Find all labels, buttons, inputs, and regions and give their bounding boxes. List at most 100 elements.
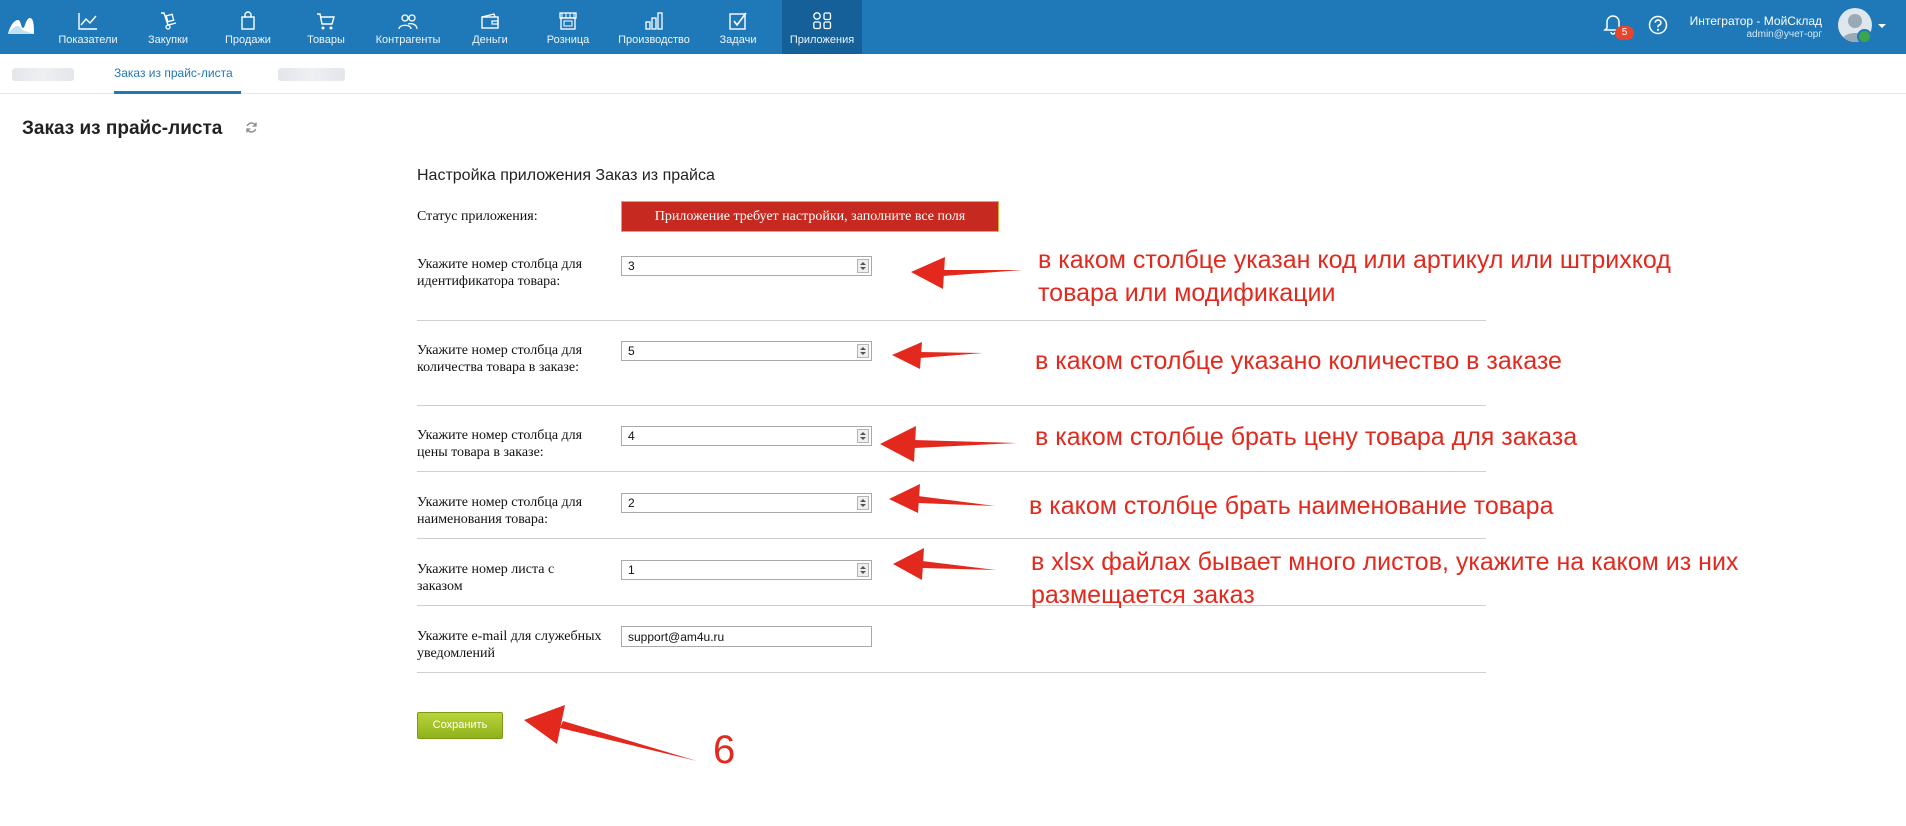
production-chart-icon <box>645 12 663 30</box>
field-label-email: Укажите e-mail для служебных уведомлений <box>417 629 602 661</box>
field-label-name-column: Укажите номер столбца для наименования т… <box>417 495 583 527</box>
nav-label: Закупки <box>147 34 189 46</box>
top-navigation-bar: Показатели Закупки Продажи Товары Контра… <box>0 0 1906 54</box>
shopping-bag-icon <box>241 11 255 30</box>
annotation-note-price: в каком столбце брать цену товара для за… <box>1035 421 1577 454</box>
input-value: 1 <box>628 563 635 577</box>
email-field[interactable]: support@am4u.ru <box>621 626 872 647</box>
field-label-quantity-column: Укажите номер столбца для количества тов… <box>417 343 583 375</box>
field-label-sheet-number: Укажите номер листа с заказом <box>417 562 555 594</box>
refresh-icon[interactable] <box>245 121 258 134</box>
number-spinner[interactable] <box>857 496 869 510</box>
price-column-input[interactable]: 4 <box>621 426 872 446</box>
nav-products[interactable]: Товары <box>286 0 366 54</box>
active-tab-indicator <box>114 91 241 94</box>
blurred-tab[interactable] <box>278 68 345 81</box>
spinner-arrows-icon <box>860 262 866 270</box>
online-status-badge <box>1857 29 1872 44</box>
contacts-icon <box>398 14 418 30</box>
spinner-arrows-icon <box>860 566 866 574</box>
arrow-to-quantity-field <box>892 342 983 369</box>
annotation-line: товара или модификации <box>1038 279 1336 307</box>
chevron-down-icon[interactable] <box>1878 23 1886 29</box>
nav-label: Деньги <box>472 34 508 46</box>
row-separator <box>417 672 1486 673</box>
chart-line-icon <box>78 13 97 30</box>
moysklad-logo[interactable] <box>6 14 36 38</box>
arrow-to-sheet-field <box>893 548 996 580</box>
arrow-to-id-field <box>911 257 1022 289</box>
nav-label: Контрагенты <box>375 34 441 46</box>
annotation-number: 6 <box>713 728 736 772</box>
annotation-line: размещается заказ <box>1031 581 1255 609</box>
number-spinner[interactable] <box>857 429 869 443</box>
nav-sales[interactable]: Продажи <box>208 0 288 54</box>
nav-label: Производство <box>618 34 690 46</box>
row-separator <box>417 320 1486 321</box>
task-check-icon <box>729 12 747 30</box>
sheet-number-input[interactable]: 1 <box>621 560 872 580</box>
user-email: admin@учет-орг <box>1746 29 1822 40</box>
user-name[interactable]: Интегратор - МойСклад <box>1664 14 1822 28</box>
status-label: Статус приложения: <box>417 209 538 224</box>
annotation-line: в каком столбце брать наименование товар… <box>1029 492 1554 520</box>
cart-icon <box>317 13 335 30</box>
save-button[interactable]: Сохранить <box>417 712 503 739</box>
annotation-line: в каком столбце указан код или артикул и… <box>1038 246 1671 274</box>
nav-tasks[interactable]: Задачи <box>698 0 778 54</box>
nav-label: Показатели <box>58 34 118 46</box>
nav-label: Товары <box>307 34 345 46</box>
nav-money[interactable]: Деньги <box>450 0 530 54</box>
input-value: 2 <box>628 496 635 510</box>
spinner-arrows-icon <box>860 499 866 507</box>
annotation-note-sheet: в xlsx файлах бывает много листов, укажи… <box>1031 546 1738 612</box>
arrow-to-save-button <box>524 705 697 761</box>
tab-price-list-order[interactable]: Заказ из прайс-листа <box>114 66 233 80</box>
quantity-column-input[interactable]: 5 <box>621 341 872 361</box>
input-value: 3 <box>628 259 635 273</box>
spinner-arrows-icon <box>860 347 866 355</box>
nav-indicators[interactable]: Показатели <box>48 0 128 54</box>
annotation-note-name: в каком столбце брать наименование товар… <box>1029 490 1553 523</box>
nav-label: Розница <box>546 34 590 46</box>
arrow-to-price-field <box>880 426 1018 462</box>
wallet-icon <box>481 13 499 29</box>
row-separator <box>417 471 1486 472</box>
blurred-tab[interactable] <box>12 68 74 81</box>
notifications-count-badge: 5 <box>1615 26 1634 40</box>
number-spinner[interactable] <box>857 563 869 577</box>
hand-truck-icon <box>161 12 177 30</box>
nav-contractors[interactable]: Контрагенты <box>368 0 448 54</box>
number-spinner[interactable] <box>857 344 869 358</box>
apps-grid-icon <box>813 12 832 30</box>
nav-label: Приложения <box>789 34 855 46</box>
spinner-arrows-icon <box>860 432 866 440</box>
input-value: 4 <box>628 429 635 443</box>
page-title: Заказ из прайс-листа <box>22 118 223 139</box>
nav-retail[interactable]: Розница <box>528 0 608 54</box>
row-separator <box>417 405 1486 406</box>
annotation-arrows <box>524 257 1022 761</box>
arrow-to-name-field <box>889 484 995 513</box>
store-icon <box>559 12 577 30</box>
annotation-note-quantity: в каком столбце указано количество в зак… <box>1035 345 1562 378</box>
row-separator <box>417 538 1486 539</box>
name-column-input[interactable]: 2 <box>621 493 872 513</box>
annotation-note-id: в каком столбце указан код или артикул и… <box>1038 244 1671 310</box>
nav-applications[interactable]: Приложения <box>782 0 862 54</box>
number-spinner[interactable] <box>857 259 869 273</box>
nav-purchases[interactable]: Закупки <box>128 0 208 54</box>
annotation-line: в каком столбце указано количество в зак… <box>1035 347 1562 375</box>
field-label-price-column: Укажите номер столбца для цены товара в … <box>417 428 583 460</box>
nav-label: Продажи <box>225 34 271 46</box>
status-value-badge: Приложение требует настройки, заполните … <box>621 201 999 232</box>
nav-production[interactable]: Производство <box>612 0 696 54</box>
input-value: support@am4u.ru <box>628 630 725 644</box>
annotation-line: в xlsx файлах бывает много листов, укажи… <box>1031 548 1739 576</box>
settings-title: Настройка приложения Заказ из прайса <box>417 167 715 184</box>
id-column-input[interactable]: 3 <box>621 256 872 276</box>
input-value: 5 <box>628 344 635 358</box>
notifications-button[interactable]: 5 <box>1603 13 1634 40</box>
annotation-line: в каком столбце брать цену товара для за… <box>1035 423 1578 451</box>
field-label-id-column: Укажите номер столбца для идентификатора… <box>417 257 583 289</box>
